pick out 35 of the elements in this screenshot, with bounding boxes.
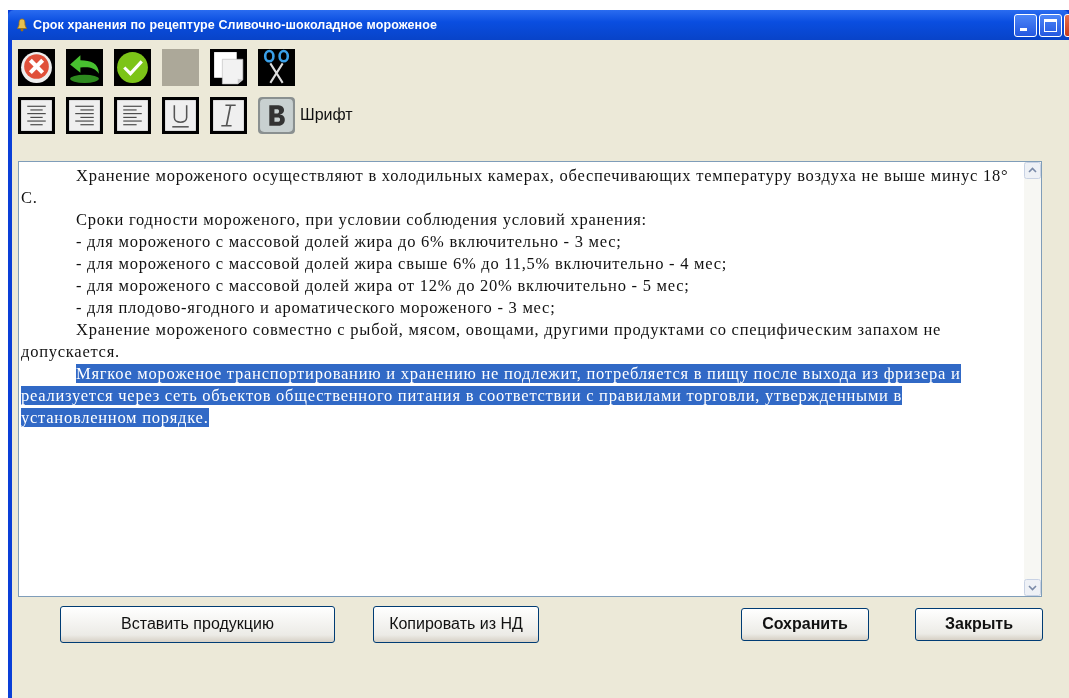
text-line: допускается.	[21, 342, 120, 361]
bold-icon[interactable]	[258, 96, 295, 134]
align-left-icon[interactable]	[114, 96, 151, 134]
text-line: Хранение мороженого осуществляют в холодильных камерах, обеспечивающих температуру воздуха не выше минус 18°	[76, 166, 1009, 185]
window-title: Срок хранения по рецептуре Сливочно-шоколадное мороженое	[33, 18, 438, 32]
italic-icon[interactable]	[210, 96, 247, 134]
text-line: - для мороженого с массовой долей жира до 6% включительно - 3 мес;	[76, 232, 622, 251]
pages-icon[interactable]	[210, 48, 247, 86]
scissors-icon[interactable]	[258, 48, 295, 86]
button[interactable]: Копировать из НД	[373, 605, 539, 643]
selected-text: установленном порядке.	[21, 408, 209, 427]
minimize-button[interactable]	[1014, 13, 1037, 37]
checkmark-icon[interactable]	[114, 48, 151, 86]
maximize-button[interactable]	[1039, 13, 1062, 37]
text-line: Сроки годности мороженого, при условии соблюдения условий хранения:	[76, 210, 647, 229]
text-line: Хранение мороженого совместно с рыбой, мясом, овощами, другими продуктами со специфическим запахом не	[76, 320, 942, 339]
button[interactable]: Закрыть	[915, 607, 1043, 641]
scroll-up-icon[interactable]	[1024, 162, 1041, 179]
align-center-icon[interactable]	[18, 96, 55, 134]
selected-text: Мягкое мороженое транспортированию и хранению не подлежит, потребляется в пищу после выхода из фризера и	[76, 364, 961, 383]
scroll-down-icon[interactable]	[1024, 579, 1041, 596]
text-line: - для мороженого с массовой долей жира свыше 6% до 11,5% включительно - 4 мес;	[76, 254, 728, 273]
text-line: - для плодово-ягодного и ароматического мороженого - 3 мес;	[76, 298, 556, 317]
text-line: - для мороженого с массовой долей жира от 12% до 20% включительно - 5 мес;	[76, 276, 690, 295]
align-right-icon[interactable]	[66, 96, 103, 134]
selected-text: реализуется через сеть объектов общественного питания в соответствии с правилами торговли, утвержденными в	[21, 386, 903, 405]
scrollbar[interactable]	[1024, 162, 1041, 596]
font-label[interactable]: Шрифт	[300, 106, 353, 124]
button[interactable]: Сохранить	[741, 607, 869, 641]
text-line: С.	[21, 188, 38, 207]
delete-icon[interactable]	[18, 48, 55, 86]
text-editor[interactable]	[18, 161, 1042, 597]
bell-icon	[16, 18, 28, 32]
button[interactable]: Вставить продукцию	[60, 605, 335, 643]
underline-icon[interactable]	[162, 96, 199, 134]
